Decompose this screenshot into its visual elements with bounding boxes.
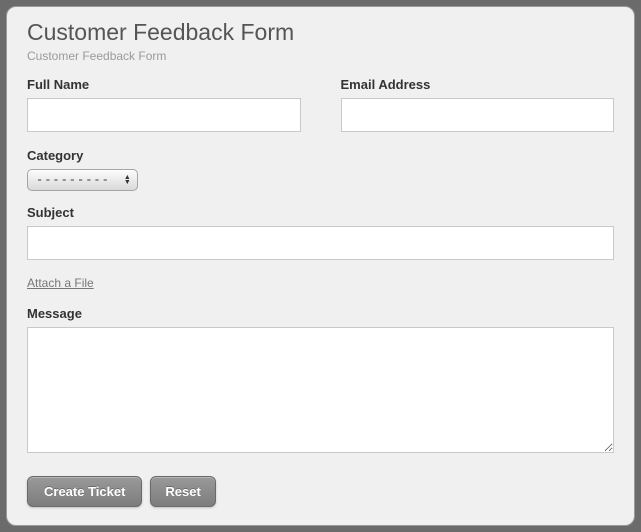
message-label: Message [27, 306, 614, 321]
chevron-updown-icon: ▲▼ [122, 175, 133, 185]
create-ticket-button[interactable]: Create Ticket [27, 476, 142, 507]
subject-input[interactable] [27, 226, 614, 260]
subject-group: Subject [27, 205, 614, 260]
full-name-label: Full Name [27, 77, 301, 92]
reset-button[interactable]: Reset [150, 476, 215, 507]
button-row: Create Ticket Reset [27, 476, 614, 507]
email-label: Email Address [341, 77, 615, 92]
attach-file-link[interactable]: Attach a File [27, 276, 94, 290]
message-group: Message [27, 306, 614, 458]
category-group: Category --------- ▲▼ [27, 148, 614, 191]
email-input[interactable] [341, 98, 615, 132]
full-name-input[interactable] [27, 98, 301, 132]
page-subtitle: Customer Feedback Form [27, 49, 614, 63]
feedback-form-card: Customer Feedback Form Customer Feedback… [6, 6, 635, 526]
category-selected-value: --------- [36, 173, 122, 187]
message-textarea[interactable] [27, 327, 614, 453]
subject-label: Subject [27, 205, 614, 220]
page-title: Customer Feedback Form [27, 19, 614, 47]
category-select[interactable]: --------- ▲▼ [27, 169, 138, 191]
name-email-row: Full Name Email Address [27, 77, 614, 132]
full-name-group: Full Name [27, 77, 301, 132]
category-label: Category [27, 148, 614, 163]
email-group: Email Address [341, 77, 615, 132]
